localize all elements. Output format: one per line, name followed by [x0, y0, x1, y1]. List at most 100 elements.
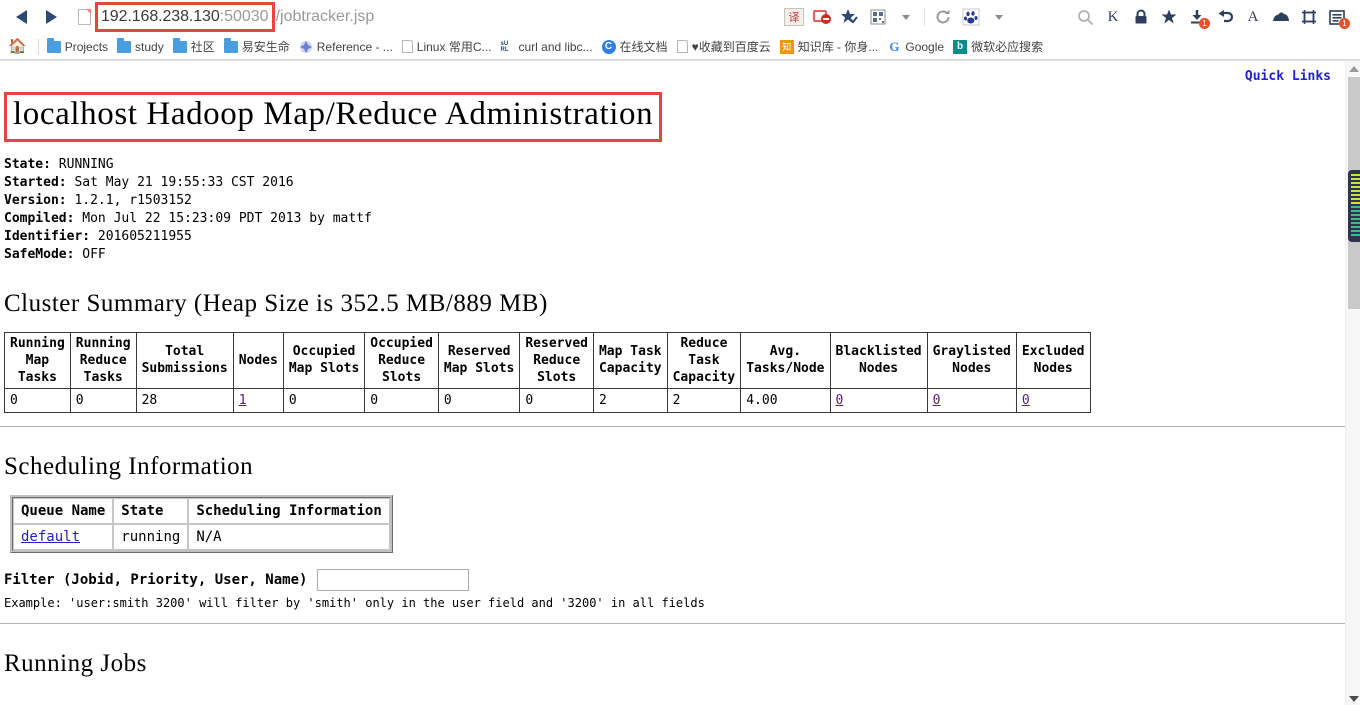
info-key: Version: [4, 192, 67, 208]
info-value: Sat May 21 19:55:33 CST 2016 [66, 174, 294, 190]
bookmark-shequ[interactable]: 社区 [170, 36, 221, 58]
cluster-cell-link[interactable]: 0 [836, 393, 844, 408]
info-line: Started: Sat May 21 19:55:33 CST 2016 [4, 174, 1345, 192]
lock-icon[interactable] [1128, 4, 1154, 30]
download-icon[interactable]: 1 [1184, 4, 1210, 30]
table-row: default running N/A [13, 523, 390, 550]
bookmark-curl[interactable]: sU RL curl and libc... [498, 36, 599, 58]
url-icon: sU RL [500, 40, 509, 53]
qrcode-icon[interactable] [865, 4, 891, 30]
quick-links-link[interactable]: Quick Links [1245, 69, 1331, 84]
block-ad-icon[interactable] [809, 4, 835, 30]
info-value: RUNNING [50, 156, 114, 172]
queue-name-cell: default [13, 523, 114, 550]
favorite-check-icon[interactable] [837, 4, 863, 30]
reload-icon[interactable] [930, 4, 956, 30]
filter-row: Filter (Jobid, Priority, User, Name) [4, 568, 1345, 591]
bookmarks-bar: 🏠 Projects study 社区 易安生命 Reference - ...… [0, 34, 1360, 60]
cluster-col-header: Running Map Tasks [4, 331, 71, 389]
folder-icon [223, 37, 238, 53]
info-key: Started: [4, 174, 67, 190]
reader-icon[interactable]: 1 [1324, 4, 1350, 30]
cluster-col-header: Reserved Map Slots [437, 331, 521, 389]
bookmark-projects[interactable]: Projects [44, 36, 114, 58]
star-icon[interactable] [1156, 4, 1182, 30]
cluster-cell: 0 [519, 387, 594, 413]
cluster-cell: 0 [69, 387, 137, 413]
cluster-col-header: Occupied Reduce Slots [364, 331, 439, 389]
cluster-summary-table: Running Map Tasks Running Reduce Tasks Total Su… [4, 331, 1091, 413]
cluster-col-header: Blacklisted Nodes [829, 331, 928, 389]
bookmark-label: 微软必应搜索 [971, 40, 1044, 54]
cluster-cell: 0 [829, 387, 928, 413]
bookmark-study[interactable]: study [114, 36, 170, 58]
bookmark-label: Linux 常用C... [416, 40, 492, 54]
scheduling-info-heading: Scheduling Information [4, 452, 254, 480]
cluster-col-header: Map Task Capacity [592, 331, 668, 389]
undo-icon[interactable] [1212, 4, 1238, 30]
queue-info-cell: N/A [188, 523, 390, 550]
cluster-cell-link[interactable]: 1 [239, 393, 247, 408]
scroll-down-arrow-icon [1348, 695, 1359, 702]
baidu-paw-icon[interactable] [958, 4, 984, 30]
bookmark-bing[interactable]: b 微软必应搜索 [950, 36, 1049, 58]
info-line: Compiled: Mon Jul 22 15:23:09 PDT 2013 b… [4, 210, 1345, 228]
page-scrollbar[interactable] [1345, 61, 1360, 705]
address-bar[interactable]: 192.168.238.130:50030 /jobtracker.jsp [78, 2, 374, 32]
crop-icon[interactable] [1296, 4, 1322, 30]
url-host-text: 192.168.238.130 [101, 7, 220, 25]
cluster-col-header: Reduce Task Capacity [666, 331, 742, 389]
url-port-text: :50030 [219, 7, 269, 25]
font-icon[interactable]: A [1240, 4, 1266, 30]
cluster-cell-link[interactable]: 0 [1022, 393, 1030, 408]
bookmark-yianshengming[interactable]: 易安生命 [221, 36, 296, 58]
filter-input[interactable] [317, 568, 470, 591]
bookmark-home[interactable]: 🏠 [5, 36, 33, 58]
cluster-col-header: Total Submissions [135, 331, 234, 389]
cluster-cell: 0 [437, 387, 521, 413]
bookmark-zhishiku[interactable]: 知 知识库 - 你身... [777, 36, 885, 58]
back-button[interactable] [6, 3, 36, 31]
running-jobs-heading: Running Jobs [4, 649, 147, 677]
cluster-cell: 0 [1015, 387, 1091, 413]
bookmark-baiduyun[interactable]: ♥收藏到百度云 [674, 36, 777, 58]
cluster-cell-link[interactable]: 0 [933, 393, 941, 408]
scrollbar-thumb[interactable] [1348, 170, 1360, 242]
search-icon[interactable] [1072, 4, 1098, 30]
browser-chrome: 192.168.238.130:50030 /jobtracker.jsp 译 [0, 0, 1360, 61]
bookmark-linux[interactable]: Linux 常用C... [399, 36, 498, 58]
bookmark-label: 社区 [190, 40, 215, 54]
cloud-icon[interactable] [1268, 4, 1294, 30]
bookmark-google[interactable]: G Google [884, 36, 950, 58]
info-key: Compiled: [4, 210, 75, 226]
jobtracker-page: Quick Links localhost Hadoop Map/Reduce … [0, 61, 1345, 705]
back-arrow-icon [15, 10, 27, 24]
bookmark-zaixianwendang[interactable]: C 在线文档 [599, 36, 674, 58]
bookmark-label: study [135, 39, 164, 54]
bing-icon: b [953, 39, 968, 54]
kingsoft-icon[interactable]: K [1100, 4, 1126, 30]
bookmark-label: 在线文档 [619, 40, 668, 54]
forward-button[interactable] [36, 3, 66, 31]
chevron-down-icon-2[interactable] [986, 4, 1012, 30]
folder-icon [46, 37, 61, 53]
cluster-col-header: Excluded Nodes [1015, 331, 1091, 389]
scroll-up-button[interactable] [1346, 61, 1360, 76]
bookmark-divider [37, 38, 39, 55]
scrollbar-track[interactable] [1348, 77, 1360, 309]
translate-icon[interactable]: 译 [781, 4, 807, 30]
cluster-cell: 0 [364, 387, 439, 413]
queue-name-link[interactable]: default [21, 529, 80, 545]
filter-label: Filter (Jobid, Priority, User, Name) [4, 571, 308, 588]
cluster-cell: 2 [666, 387, 742, 413]
bookmark-reference[interactable]: Reference - ... [296, 36, 399, 58]
toolbar-divider [924, 8, 925, 26]
cluster-col-header: Occupied Map Slots [282, 331, 366, 389]
scheduling-queue-table: Queue Name State Scheduling Information de… [10, 494, 393, 553]
google-icon: G [889, 38, 900, 54]
cluster-col-header: Avg. Tasks/Node [740, 331, 831, 389]
cluster-cell: 28 [135, 387, 234, 413]
cluster-col-header: Running Reduce Tasks [69, 331, 137, 389]
chevron-down-icon[interactable] [893, 4, 919, 30]
scroll-down-button[interactable] [1346, 691, 1360, 705]
